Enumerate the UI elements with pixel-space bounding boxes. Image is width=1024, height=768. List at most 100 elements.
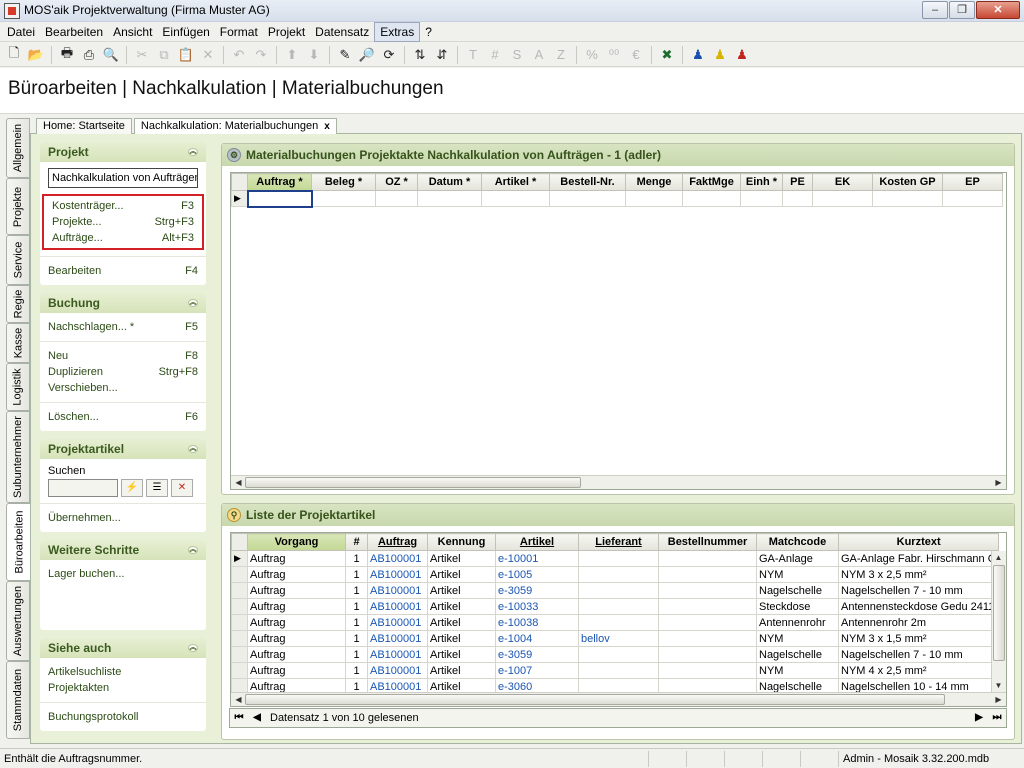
table-row[interactable]: Auftrag 1 AB100001 Artikel e-3059 Nagelschell… (231, 646, 1000, 663)
sort-descending-icon[interactable]: ⇵ (431, 45, 453, 65)
artikel-cell[interactable]: e-1005 (495, 566, 579, 583)
scroll-thumb[interactable] (245, 694, 945, 705)
user-red-icon[interactable]: ♟ (731, 45, 753, 65)
cell[interactable] (625, 190, 683, 207)
kurztext-cell[interactable]: Antennenrohr 2m (837, 614, 1000, 631)
z-format-icon[interactable]: Z (550, 45, 572, 65)
col-header[interactable]: Artikel (495, 533, 579, 551)
bestellnummer-cell[interactable] (658, 614, 757, 631)
first-record-icon[interactable]: ⏮ (230, 709, 248, 727)
col-header[interactable]: Beleg * (311, 173, 376, 191)
search-input[interactable] (48, 479, 118, 497)
vorgang-cell[interactable]: Auftrag (247, 582, 346, 599)
redo-icon[interactable]: ↷ (250, 45, 272, 65)
verschieben-link[interactable]: Verschieben... (40, 380, 206, 396)
move-down-icon[interactable]: ⬇ (303, 45, 325, 65)
buchungsprotokoll-link[interactable]: Buchungsprotokoll (40, 709, 206, 725)
auftrag-cell[interactable]: AB100001 (367, 550, 428, 567)
cell[interactable] (375, 190, 418, 207)
col-header[interactable]: Einh * (740, 173, 783, 191)
number-format-icon[interactable]: # (484, 45, 506, 65)
matchcode-cell[interactable]: Steckdose (756, 598, 839, 615)
menu-help[interactable]: ? (420, 23, 437, 41)
vtab-kasse[interactable]: Kasse (6, 323, 30, 363)
col-header[interactable]: Auftrag * (247, 173, 312, 191)
vtab-auswertungen[interactable]: Auswertungen (6, 581, 30, 661)
open-folder-icon[interactable]: 📂 (25, 45, 47, 65)
artikel-cell[interactable]: e-3059 (495, 646, 579, 663)
tab-materialbuchungen[interactable]: Nachkalkulation: Materialbuchungen x (133, 118, 337, 134)
table-row[interactable]: ▶ (231, 189, 1003, 208)
close-button[interactable]: ✕ (976, 1, 1020, 19)
auftrag-cell[interactable]: AB100001 (367, 646, 428, 663)
table-row[interactable]: Auftrag 1 AB100001 Artikel e-1007 NYM NYM 4 x … (231, 662, 1000, 679)
matchcode-cell[interactable]: NYM (756, 566, 839, 583)
scroll-up-icon[interactable]: ▲ (992, 552, 1005, 563)
user-blue-icon[interactable]: ♟ (687, 45, 709, 65)
col-header[interactable]: PE (782, 173, 813, 191)
refresh-icon[interactable]: ⟳ (378, 45, 400, 65)
sort-ascending-icon[interactable]: ⇅ (409, 45, 431, 65)
collapse-icon[interactable]: ︽ (188, 148, 198, 156)
neu-link[interactable]: Neu F8 (40, 348, 206, 364)
bestellnummer-cell[interactable] (658, 550, 757, 567)
kennung-cell[interactable]: Artikel (427, 598, 496, 615)
kurztext-cell[interactable]: NYM 3 x 1,5 mm² (837, 630, 1000, 647)
bestellnummer-cell[interactable] (658, 646, 757, 663)
collapse-icon[interactable]: ︽ (188, 546, 198, 554)
vorgang-cell[interactable]: Auftrag (247, 630, 346, 647)
vtab-subunternehmer[interactable]: Subunternehmer (6, 411, 30, 503)
scroll-thumb[interactable] (993, 565, 1005, 661)
vtab-stammdaten[interactable]: Stammdaten (6, 661, 30, 739)
kennung-cell[interactable]: Artikel (427, 582, 496, 599)
delete-icon[interactable]: ✕ (197, 45, 219, 65)
new-document-icon[interactable]: 🗋 (3, 45, 25, 65)
kurztext-cell[interactable]: Antennensteckdose Gedu 2411 (837, 598, 1000, 615)
artikel-cell[interactable]: e-10001 (495, 550, 579, 567)
collapse-icon[interactable]: ︽ (188, 445, 198, 453)
vtab-allgemein[interactable]: Allgemein (6, 118, 30, 178)
vtab-regie[interactable]: Regie (6, 285, 30, 323)
cell[interactable] (740, 190, 783, 207)
artikel-cell[interactable]: e-3059 (495, 582, 579, 599)
kurztext-cell[interactable]: NYM 4 x 2,5 mm² (837, 662, 1000, 679)
menu-format[interactable]: Format (215, 23, 263, 41)
menu-extras[interactable]: Extras (374, 21, 421, 42)
menu-einfuegen[interactable]: Einfügen (157, 23, 214, 41)
duplizieren-link[interactable]: Duplizieren Strg+F8 (40, 364, 206, 380)
matchcode-cell[interactable]: Nagelschelle (756, 582, 839, 599)
nr-cell[interactable]: 1 (345, 566, 368, 583)
artikel-cell[interactable]: e-10038 (495, 614, 579, 631)
lieferant-cell[interactable]: bellov (578, 630, 659, 647)
col-header[interactable]: Auftrag (367, 533, 428, 551)
lager-buchen-link[interactable]: Lager buchen... (40, 566, 206, 582)
col-header[interactable]: Kurztext (837, 533, 1000, 551)
decimal-icon[interactable]: ⁰⁰ (603, 45, 625, 65)
artikelsuchliste-link[interactable]: Artikelsuchliste (40, 664, 206, 680)
table-row[interactable]: Auftrag 1 AB100001 Artikel e-10038 Antennenro… (231, 614, 1000, 631)
lieferant-cell[interactable] (578, 598, 659, 615)
close-tab-icon[interactable]: x (324, 119, 330, 134)
cut-icon[interactable]: ✂ (131, 45, 153, 65)
cell[interactable] (311, 190, 376, 207)
filter-list-icon[interactable]: ☰ (146, 479, 168, 497)
horizontal-scrollbar[interactable]: ◀ ▶ (231, 475, 1006, 489)
print-setup-icon[interactable]: ⎙ (78, 45, 100, 65)
undo-icon[interactable]: ↶ (228, 45, 250, 65)
copy-icon[interactable]: ⧉ (153, 45, 175, 65)
table-row[interactable]: Auftrag 1 AB100001 Artikel e-3059 Nagelschell… (231, 582, 1000, 599)
col-header[interactable]: EP (942, 173, 1003, 191)
scroll-left-icon[interactable]: ◀ (232, 694, 245, 705)
matchcode-cell[interactable]: NYM (756, 630, 839, 647)
projekt-field[interactable]: Nachkalkulation von Aufträgen (48, 168, 198, 188)
col-header[interactable]: EK (812, 173, 873, 191)
vorgang-cell[interactable]: Auftrag (247, 598, 346, 615)
cell[interactable] (549, 190, 626, 207)
text-format-icon[interactable]: T (462, 45, 484, 65)
s-format-icon[interactable]: S (506, 45, 528, 65)
nr-cell[interactable]: 1 (345, 630, 368, 647)
cell[interactable] (782, 190, 813, 207)
projekte-link[interactable]: Projekte... Strg+F3 (44, 214, 202, 230)
menu-projekt[interactable]: Projekt (263, 23, 310, 41)
group-header[interactable]: Projektartikel ︽ (40, 439, 206, 459)
